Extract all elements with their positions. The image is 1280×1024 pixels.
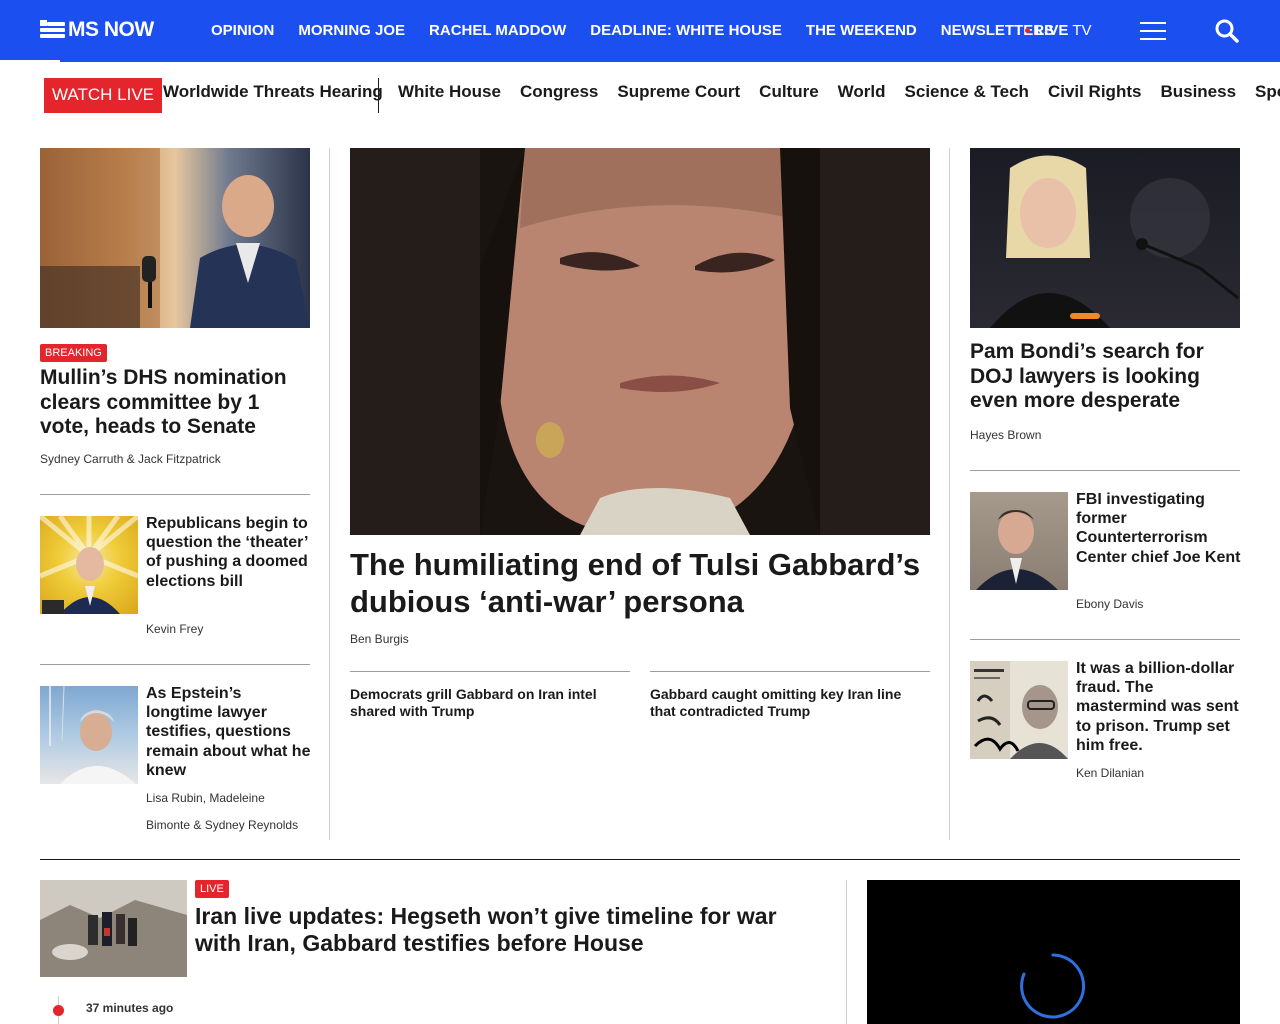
ms-now-logo[interactable]: MS NOW (40, 18, 154, 42)
section-divider (40, 859, 1240, 860)
update-timestamp: 37 minutes ago (86, 1001, 174, 1015)
fraud-story-photo[interactable] (970, 661, 1068, 759)
top-navigation-bar: MS NOW OPINION MORNING JOE RACHEL MADDOW… (0, 0, 1280, 62)
search-icon[interactable] (1214, 18, 1240, 44)
story-byline[interactable]: Bimonte & Sydney Reynolds (146, 818, 298, 832)
live-dot-icon (53, 1005, 64, 1016)
story-byline[interactable]: Sydney Carruth & Jack Fitzpatrick (40, 452, 221, 466)
epstein-photo[interactable] (40, 686, 138, 784)
topic-culture[interactable]: Culture (759, 82, 819, 102)
iran-live-photo[interactable] (40, 880, 187, 977)
nav-opinion[interactable]: OPINION (211, 22, 274, 39)
story-headline[interactable]: As Epstein’s longtime lawyer testifies, … (146, 684, 311, 780)
column-divider (329, 148, 330, 840)
bondi-photo[interactable] (970, 148, 1240, 328)
topic-sports[interactable]: Sports (1255, 82, 1280, 102)
column-divider (846, 880, 847, 1024)
topic-white-house[interactable]: White House (398, 82, 501, 102)
gabbard-photo[interactable] (350, 148, 930, 535)
story-byline[interactable]: Lisa Rubin, Madeleine (146, 791, 265, 805)
live-label: LIVE (1035, 22, 1069, 39)
story-divider (40, 664, 310, 665)
topics-bar: WATCH LIVE Worldwide Threats Hearing Whi… (0, 62, 1280, 127)
live-story-headline[interactable]: Iran live updates: Hegseth won’t give ti… (195, 903, 795, 957)
topic-business[interactable]: Business (1160, 82, 1236, 102)
topic-civil-rights[interactable]: Civil Rights (1048, 82, 1142, 102)
story-headline[interactable]: FBI investigating former Counterterroris… (1076, 490, 1241, 567)
story-divider (970, 470, 1240, 471)
nav-deadline-white-house[interactable]: DEADLINE: WHITE HOUSE (590, 22, 782, 39)
center-story-headline[interactable]: The humiliating end of Tulsi Gabbard’s d… (350, 546, 930, 620)
logo-flag-icon (40, 20, 65, 40)
topic-links: White House Congress Supreme Court Cultu… (398, 82, 1280, 102)
nav-rachel-maddow[interactable]: RACHEL MADDOW (429, 22, 566, 39)
story-byline[interactable]: Hayes Brown (970, 428, 1041, 442)
topic-science-tech[interactable]: Science & Tech (905, 82, 1029, 102)
right-lead-headline[interactable]: Pam Bondi’s search for DOJ lawyers is lo… (970, 340, 1220, 414)
main-nav: OPINION MORNING JOE RACHEL MADDOW DEADLI… (211, 22, 1078, 39)
tv-label: TV (1072, 22, 1092, 39)
republicans-photo[interactable] (40, 516, 138, 614)
live-video-player[interactable] (867, 880, 1240, 1024)
story-byline[interactable]: Ebony Davis (1076, 597, 1143, 611)
story-byline[interactable]: Ken Dilanian (1076, 766, 1144, 780)
column-divider (949, 148, 950, 840)
story-headline[interactable]: It was a billion-dollar fraud. The maste… (1076, 659, 1244, 755)
story-byline[interactable]: Ben Burgis (350, 632, 409, 646)
topic-world[interactable]: World (838, 82, 886, 102)
related-story-link[interactable]: Gabbard caught omitting key Iran line th… (650, 686, 920, 720)
topics-divider (378, 78, 379, 113)
live-tv-link[interactable]: LIVE TV (1025, 22, 1092, 39)
related-story-link[interactable]: Democrats grill Gabbard on Iran intel sh… (350, 686, 620, 720)
featured-topic-link[interactable]: Worldwide Threats Hearing (163, 82, 383, 102)
watch-live-button[interactable]: WATCH LIVE (44, 78, 163, 113)
story-divider (650, 671, 930, 672)
nav-morning-joe[interactable]: MORNING JOE (298, 22, 405, 39)
story-divider (970, 639, 1240, 640)
story-headline[interactable]: Republicans begin to question the ‘theat… (146, 514, 311, 591)
lead-story-headline[interactable]: Mullin’s DHS nomination clears committee… (40, 366, 308, 440)
hamburger-icon[interactable] (1140, 20, 1166, 42)
live-dot-icon (1025, 28, 1030, 33)
kent-photo[interactable] (970, 492, 1068, 590)
logo-text: MS NOW (68, 18, 154, 41)
topic-supreme-court[interactable]: Supreme Court (617, 82, 740, 102)
mullin-photo[interactable] (40, 148, 310, 328)
loading-spinner-icon (1020, 953, 1086, 1019)
story-divider (40, 494, 310, 495)
nav-the-weekend[interactable]: THE WEEKEND (806, 22, 917, 39)
live-badge: LIVE (195, 880, 229, 898)
story-byline[interactable]: Kevin Frey (146, 622, 203, 636)
topic-congress[interactable]: Congress (520, 82, 598, 102)
live-timeline: 37 minutes ago (40, 996, 340, 1024)
breaking-badge: BREAKING (40, 344, 107, 362)
story-divider (350, 671, 630, 672)
